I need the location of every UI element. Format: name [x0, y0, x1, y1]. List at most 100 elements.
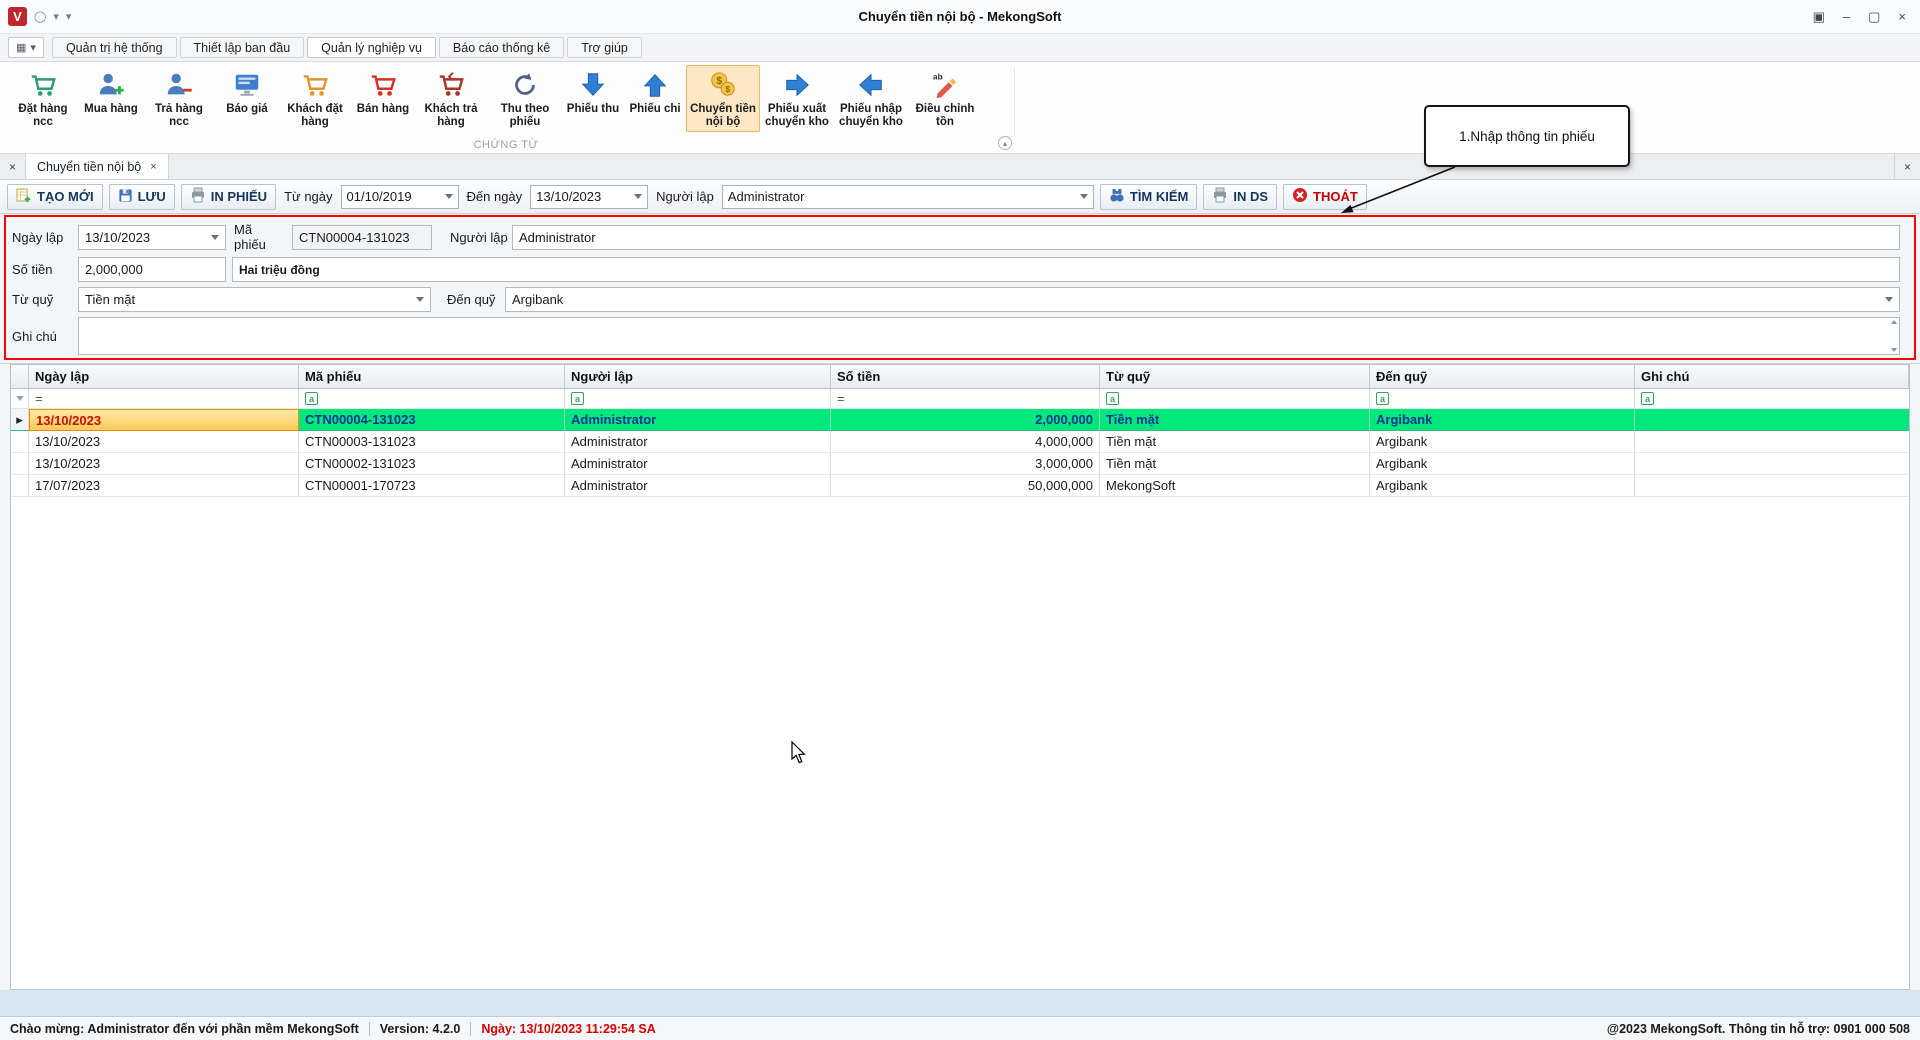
cell-to-fund: Argibank: [1370, 475, 1635, 497]
button-label: TÌM KIẾM: [1130, 189, 1189, 204]
ribbon-button-thu-theo-phieu[interactable]: Thu theo phiếu: [488, 65, 562, 132]
restore-button[interactable]: ▢: [1868, 9, 1880, 25]
cell-to-fund: Argibank: [1370, 453, 1635, 475]
cell-date: 13/10/2023: [29, 431, 299, 453]
ribbon-button-label: Đặt hàng ncc: [10, 103, 76, 129]
spinner-down-icon[interactable]: [1891, 348, 1897, 352]
svg-text:$: $: [716, 76, 722, 87]
column-header-ngay-lap[interactable]: Ngày lập: [29, 365, 299, 389]
exit-button[interactable]: THOÁT: [1283, 184, 1367, 210]
ribbon-button-phieu-thu[interactable]: Phiếu thu: [562, 65, 624, 119]
ribbon-button-bao-gia[interactable]: Báo giá: [216, 65, 278, 119]
amount-in-words-field[interactable]: Hai triệu đồng: [232, 257, 1900, 282]
filter-cell-den-quy[interactable]: a: [1370, 389, 1635, 409]
tab-bao-cao-thong-ke[interactable]: Báo cáo thống kê: [439, 37, 564, 58]
cell-creator: Administrator: [565, 453, 831, 475]
ribbon-collapse-icon[interactable]: ▴: [998, 136, 1012, 150]
chevron-down-icon[interactable]: ▾: [53, 10, 59, 23]
note-spinner[interactable]: [1891, 320, 1897, 352]
ribbon-button-khach-tra-hang[interactable]: Khách trả hàng: [414, 65, 488, 132]
print-list-button[interactable]: IN DS: [1203, 184, 1277, 210]
tab-chuyen-tien-noi-bo[interactable]: Chuyển tiền nội bộ ×: [26, 154, 169, 179]
ribbon-button-khach-dat-hang[interactable]: Khách đặt hàng: [278, 65, 352, 132]
cell-code: CTN00004-131023: [299, 409, 565, 431]
ribbon-button-dat-hang-ncc[interactable]: Đặt hàng ncc: [6, 65, 80, 132]
cell-creator: Administrator: [565, 409, 831, 431]
grid-header-row: Ngày lập Mã phiếu Người lập Số tiền Từ q…: [11, 365, 1909, 389]
filter-cell-tu-quy[interactable]: a: [1100, 389, 1370, 409]
from-date-picker[interactable]: 01/10/2019: [341, 185, 459, 209]
ribbon-button-ban-hang[interactable]: Bán hàng: [352, 65, 414, 119]
table-row[interactable]: ▸ 13/10/2023 CTN00004-131023 Administrat…: [11, 409, 1909, 431]
filter-cell-ma-phieu[interactable]: a: [299, 389, 565, 409]
save-button[interactable]: LƯU: [109, 184, 175, 210]
column-header-nguoi-lap[interactable]: Người lập: [565, 365, 831, 389]
note-field[interactable]: [78, 317, 1900, 355]
close-button[interactable]: ×: [1898, 9, 1906, 25]
filter-cell-nguoi-lap[interactable]: a: [565, 389, 831, 409]
cell-amount: 3,000,000: [831, 453, 1100, 475]
cell-note: [1635, 453, 1909, 475]
status-welcome: Chào mừng: Administrator đến với phần mề…: [10, 1022, 359, 1036]
text-filter-icon: a: [1376, 392, 1389, 405]
from-fund-label: Từ quỹ: [12, 292, 78, 307]
creator-field[interactable]: Administrator: [512, 225, 1900, 250]
record-icon[interactable]: ◯: [34, 10, 46, 23]
table-row[interactable]: 13/10/2023 CTN00003-131023 Administrator…: [11, 431, 1909, 453]
window-bottom-strip: [0, 990, 1920, 1016]
ribbon-button-phieu-chi[interactable]: Phiếu chi: [624, 65, 686, 119]
to-fund-label: Đến quỹ: [447, 292, 505, 307]
ribbon-button-mua-hang[interactable]: Mua hàng: [80, 65, 142, 119]
printer-icon: [190, 187, 206, 206]
svg-text:ab: ab: [933, 71, 943, 81]
to-fund-combo[interactable]: Argibank: [505, 287, 1900, 312]
to-date-value: 13/10/2023: [536, 189, 630, 204]
creator-filter-combo[interactable]: Administrator: [722, 185, 1094, 209]
date-created-picker[interactable]: 13/10/2023: [78, 225, 226, 250]
screen-resolution-icon[interactable]: ▣: [1813, 9, 1825, 25]
person-add-icon: [96, 68, 126, 101]
column-header-tu-quy[interactable]: Từ quỹ: [1100, 365, 1370, 389]
qat-customize-icon[interactable]: ▾: [66, 10, 72, 23]
app-menu-button[interactable]: ▦ ▾: [8, 37, 44, 58]
ribbon-button-phieu-xuat-chuyen-kho[interactable]: Phiếu xuất chuyển kho: [760, 65, 834, 132]
form-row-3: Từ quỹ Tiền mặt Đến quỹ Argibank: [12, 287, 1900, 312]
column-header-ma-phieu[interactable]: Mã phiếu: [299, 365, 565, 389]
close-tab-icon[interactable]: ×: [150, 161, 156, 173]
ribbon-button-label: Điều chỉnh tồn: [912, 103, 978, 129]
status-datetime: Ngày: 13/10/2023 11:29:54 SA: [481, 1022, 655, 1036]
column-header-ghi-chu[interactable]: Ghi chú: [1635, 365, 1909, 389]
create-new-button[interactable]: TẠO MỚI: [7, 184, 103, 210]
search-button[interactable]: TÌM KIẾM: [1100, 184, 1198, 210]
to-date-picker[interactable]: 13/10/2023: [530, 185, 648, 209]
ribbon-button-tra-hang-ncc[interactable]: Trả hàng ncc: [142, 65, 216, 132]
text-filter-icon: a: [305, 392, 318, 405]
table-row[interactable]: 17/07/2023 CTN00001-170723 Administrator…: [11, 475, 1909, 497]
tab-quan-tri-he-thong[interactable]: Quản trị hệ thống: [52, 37, 177, 58]
ribbon-button-dieu-chinh-ton[interactable]: ab Điều chỉnh tồn: [908, 65, 982, 132]
from-fund-combo[interactable]: Tiền mặt: [78, 287, 431, 312]
filter-cell-ghi-chu[interactable]: a: [1635, 389, 1909, 409]
close-document-button[interactable]: ×: [1894, 154, 1920, 179]
minimize-button[interactable]: –: [1843, 9, 1850, 25]
tab-thiet-lap-ban-dau[interactable]: Thiết lập ban đầu: [180, 37, 305, 58]
spinner-up-icon[interactable]: [1891, 320, 1897, 324]
close-all-tabs-button[interactable]: ×: [0, 154, 26, 179]
creator-filter-label: Người lập: [654, 189, 716, 204]
print-receipt-button[interactable]: IN PHIẾU: [181, 184, 276, 210]
table-row[interactable]: 13/10/2023 CTN00002-131023 Administrator…: [11, 453, 1909, 475]
date-created-value: 13/10/2023: [85, 230, 207, 245]
ribbon-button-phieu-nhap-chuyen-kho[interactable]: Phiếu nhập chuyển kho: [834, 65, 908, 132]
amount-field[interactable]: 2,000,000: [78, 257, 226, 282]
cell-amount: 4,000,000: [831, 431, 1100, 453]
ribbon-button-chuyen-tien-noi-bo[interactable]: $$ Chuyển tiền nội bộ: [686, 65, 760, 132]
tab-tro-giup[interactable]: Trợ giúp: [567, 37, 642, 58]
tab-quan-ly-nghiep-vu[interactable]: Quản lý nghiệp vụ: [307, 37, 436, 58]
voucher-code-field[interactable]: CTN00004-131023: [292, 225, 432, 250]
column-header-so-tien[interactable]: Số tiền: [831, 365, 1100, 389]
filter-cell-ngay-lap[interactable]: =: [29, 389, 299, 409]
app-logo-icon[interactable]: V: [8, 7, 27, 26]
filter-cell-so-tien[interactable]: =: [831, 389, 1100, 409]
column-header-den-quy[interactable]: Đến quỹ: [1370, 365, 1635, 389]
text-filter-icon: a: [1106, 392, 1119, 405]
